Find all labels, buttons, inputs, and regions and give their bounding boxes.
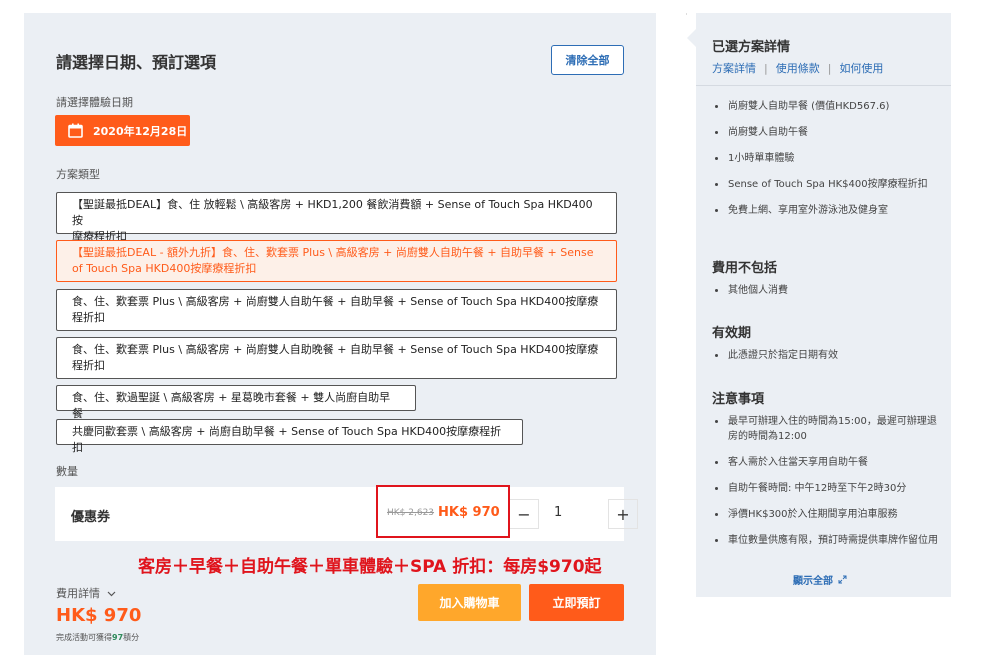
- package-label: 方案類型: [56, 168, 100, 181]
- quantity-label: 數量: [56, 465, 78, 478]
- fee-details-toggle[interactable]: 費用詳情: [56, 585, 116, 601]
- package-option-selected[interactable]: 【聖誕最抵DEAL - 額外九折】食、住、歎套票 Plus \ 高級客房 + 尚…: [56, 240, 617, 282]
- price-highlight-box: [376, 485, 510, 538]
- notes-heading: 注意事項: [712, 392, 765, 407]
- list-item: 免費上網、享用室外游泳池及健身室: [712, 203, 940, 218]
- clear-all-button[interactable]: 清除全部: [551, 45, 624, 75]
- page-title: 請選擇日期、預訂選項: [56, 53, 217, 72]
- list-item: 最早可辦理入住的時間為15:00，最遲可辦理退房的時間為12:00: [712, 414, 938, 444]
- list-item: 此憑證只於指定日期有效: [712, 348, 940, 363]
- includes-list: 尚廚雙人自助早餐 (價值HKD567.6) 尚廚雙人自助午餐 1小時單車體驗 S…: [712, 99, 940, 229]
- fee-details-label: 費用詳情: [56, 587, 100, 600]
- details-title: 已選方案詳情: [712, 40, 791, 55]
- points-note: 完成活動可獲得97積分: [56, 633, 140, 642]
- promo-caption: 客房＋早餐＋自助午餐＋單車體驗＋SPA 折扣：每房$970起: [138, 557, 602, 577]
- list-item: 其他個人消費: [712, 283, 940, 298]
- increment-button[interactable]: +: [608, 499, 638, 529]
- notes-list: 最早可辦理入住的時間為15:00，最遲可辦理退房的時間為12:00 客人需於入住…: [712, 414, 938, 559]
- package-option[interactable]: 食、住、歎套票 Plus \ 高級客房 + 尚廚雙人自助午餐 + 自助早餐 + …: [56, 289, 617, 331]
- decrement-button[interactable]: −: [509, 499, 539, 529]
- link-plan-details[interactable]: 方案詳情: [712, 62, 756, 75]
- excludes-heading: 費用不包括: [712, 261, 778, 276]
- list-item: 車位數量供應有限，預訂時需提供車牌作留位用: [712, 533, 938, 548]
- package-option[interactable]: 食、住、歎過聖誕 \ 高級客房 + 星葛晚市套餐 + 雙人尚廚自助早餐: [56, 385, 416, 420]
- package-line: 食、住、歎過聖誕 \ 高級客房 + 星葛晚市套餐 + 雙人尚廚自助早餐: [72, 391, 391, 420]
- chevron-down-icon: [107, 591, 115, 597]
- date-value: 2020年12月28日: [93, 124, 188, 138]
- list-item: 客人需於入住當天享用自助午餐: [712, 455, 938, 470]
- package-option[interactable]: 共慶同歡套票 \ 高級客房 + 尚廚自助早餐 + Sense of Touch …: [56, 419, 523, 454]
- package-line: 程折扣: [72, 311, 105, 324]
- package-option[interactable]: 【聖誕最抵DEAL】食、住 放輕鬆 \ 高級客房 + HKD1,200 餐飲消費…: [56, 192, 617, 243]
- points-count: 97: [112, 633, 124, 642]
- package-line: 食、住、歎套票 Plus \ 高級客房 + 尚廚雙人自助午餐 + 自助早餐 + …: [72, 295, 599, 308]
- expand-icon: [838, 575, 847, 584]
- book-now-button[interactable]: 立即預訂: [529, 584, 624, 621]
- package-option[interactable]: 食、住、歎套票 Plus \ 高級客房 + 尚廚雙人自助晚餐 + 自助早餐 + …: [56, 337, 617, 379]
- quantity-row: 優惠券 HK$ 2,623 HK$ 970 − 1 +: [55, 487, 638, 541]
- package-line: 【聖誕最抵DEAL】食、住 放輕鬆 \ 高級客房 + HKD1,200 餐飲消費…: [72, 198, 593, 227]
- details-panel: 已選方案詳情 方案詳情 | 使用條款 | 如何使用 尚廚雙人自助早餐 (價值HKD567…: [687, 13, 951, 597]
- list-item: 自助午餐時間: 中午12時至下午2時30分: [712, 481, 938, 496]
- validity-list: 此憑證只於指定日期有效: [712, 348, 940, 374]
- date-picker-button[interactable]: 2020年12月28日: [55, 115, 190, 146]
- list-item: 1小時單車體驗: [712, 151, 940, 166]
- link-how-to-use[interactable]: 如何使用: [839, 62, 883, 75]
- validity-heading: 有效期: [712, 326, 752, 341]
- link-terms[interactable]: 使用條款: [776, 62, 820, 75]
- item-name: 優惠券: [71, 510, 111, 525]
- total-price: HK$ 970: [56, 605, 142, 626]
- date-label: 請選擇體驗日期: [56, 96, 133, 109]
- list-item: Sense of Touch Spa HK$400按摩療程折扣: [712, 177, 940, 192]
- list-item: 尚廚雙人自助早餐 (價值HKD567.6): [712, 99, 940, 114]
- package-line: 程折扣: [72, 359, 105, 372]
- show-all-link[interactable]: 顯示全部: [793, 572, 847, 587]
- package-line: of Touch Spa HKD400按摩療程折扣: [72, 262, 257, 275]
- package-line: 食、住、歎套票 Plus \ 高級客房 + 尚廚雙人自助晚餐 + 自助早餐 + …: [72, 343, 599, 356]
- quantity-value: 1: [554, 505, 563, 520]
- details-links: 方案詳情 | 使用條款 | 如何使用: [712, 62, 884, 75]
- package-line: 共慶同歡套票 \ 高級客房 + 尚廚自助早餐 + Sense of Touch …: [72, 425, 502, 454]
- list-item: 尚廚雙人自助午餐: [712, 125, 940, 140]
- add-to-cart-button[interactable]: 加入購物車: [418, 584, 521, 621]
- show-all-label: 顯示全部: [793, 576, 833, 587]
- divider: [696, 85, 951, 86]
- panel-pointer: [687, 29, 696, 47]
- list-item: 淨價HK$300於入住期間享用泊車服務: [712, 507, 938, 522]
- divider: [686, 13, 687, 15]
- excludes-list: 其他個人消費: [712, 283, 940, 309]
- package-line: 【聖誕最抵DEAL - 額外九折】食、住、歎套票 Plus \ 高級客房 + 尚…: [72, 246, 594, 259]
- calendar-icon: [68, 123, 83, 138]
